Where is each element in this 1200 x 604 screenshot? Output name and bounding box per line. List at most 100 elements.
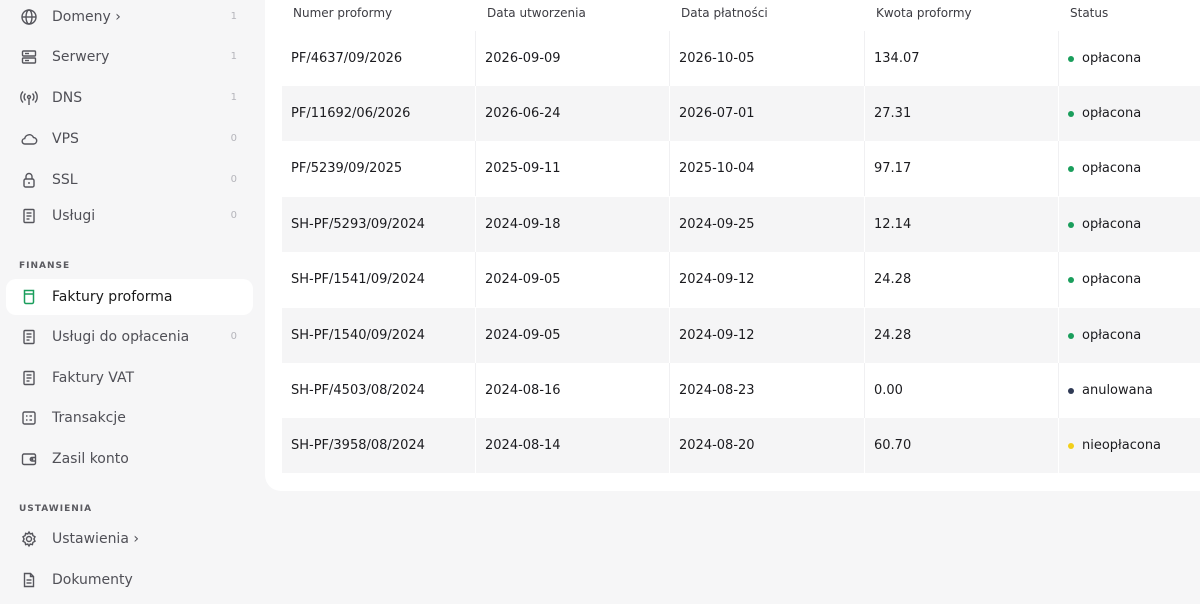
sidebar-item-count: 1: [230, 11, 237, 22]
cell-amount: 24.28: [874, 328, 912, 343]
status-badge: opłacona: [1082, 272, 1142, 287]
cell-status: nieopłacona: [1068, 418, 1161, 473]
status-badge: opłacona: [1082, 51, 1142, 66]
section-title-ustawienia: USTAWIENIA: [19, 504, 93, 514]
column-header-status[interactable]: Status: [1070, 6, 1108, 20]
server-icon: [20, 48, 38, 66]
status-dot-cancelled: [1068, 387, 1074, 394]
sidebar-item-uslugi-do-oplacenia[interactable]: Usługi do opłacenia 0: [6, 319, 253, 355]
cell-amount: 134.07: [874, 51, 920, 66]
sidebar-item-faktury-proforma[interactable]: Faktury proforma: [6, 279, 253, 315]
sidebar-item-label: SSL: [52, 172, 78, 188]
cell-due: 2026-10-05: [679, 51, 755, 66]
status-badge: anulowana: [1082, 383, 1153, 398]
sidebar-item-count: 1: [230, 51, 237, 62]
sidebar-item-label: VPS: [52, 131, 79, 147]
cell-due: 2024-09-12: [679, 328, 755, 343]
document-icon: [20, 207, 38, 225]
cell-created: 2026-06-24: [485, 106, 561, 121]
status-badge: opłacona: [1082, 106, 1142, 121]
proforma-icon: [20, 288, 38, 306]
status-badge: nieopłacona: [1082, 438, 1162, 453]
sidebar-item-count: 0: [230, 210, 237, 221]
section-title-finanse: FINANSE: [19, 261, 71, 271]
status-dot-paid: [1068, 221, 1074, 228]
cell-number: PF/11692/06/2026: [291, 106, 411, 121]
sidebar-item-count: 0: [230, 331, 237, 342]
sidebar-item-label: Serwery: [52, 49, 110, 65]
sidebar-item-serwery[interactable]: Serwery 1: [6, 39, 253, 75]
cell-created: 2024-08-16: [485, 383, 561, 398]
cell-due: 2024-09-12: [679, 272, 755, 287]
cell-number: PF/5239/09/2025: [291, 161, 403, 176]
file-icon: [20, 571, 38, 589]
table-row[interactable]: PF/4637/09/2026 2026-09-09 2026-10-05 13…: [282, 31, 1200, 86]
cell-amount: 24.28: [874, 272, 912, 287]
cell-amount: 0.00: [874, 383, 903, 398]
column-header-created[interactable]: Data utworzenia: [487, 6, 586, 20]
sidebar-item-ssl[interactable]: SSL 0: [6, 162, 253, 198]
cell-status: opłacona: [1068, 308, 1141, 363]
sidebar-item-uslugi[interactable]: Usługi 0: [6, 198, 253, 234]
table-row[interactable]: PF/5239/09/2025 2025-09-11 2025-10-04 97…: [282, 141, 1200, 196]
cell-number: PF/4637/09/2026: [291, 51, 403, 66]
sidebar-item-label: Faktury VAT: [52, 370, 135, 386]
cell-status: opłacona: [1068, 197, 1141, 252]
cell-amount: 12.14: [874, 217, 912, 232]
status-dot-paid: [1068, 165, 1074, 172]
sidebar: Domeny › 1 Serwery 1 DNS 1 VPS 0 SSL 0 U…: [0, 0, 260, 604]
sidebar-item-transakcje[interactable]: Transakcje: [6, 400, 253, 436]
table-row[interactable]: SH-PF/3958/08/2024 2024-08-14 2024-08-20…: [282, 418, 1200, 473]
table-row[interactable]: SH-PF/1541/09/2024 2024-09-05 2024-09-12…: [282, 252, 1200, 307]
cell-amount: 60.70: [874, 438, 912, 453]
column-header-number[interactable]: Numer proformy: [293, 6, 392, 20]
cell-due: 2025-10-04: [679, 161, 755, 176]
sidebar-item-dns[interactable]: DNS 1: [6, 80, 253, 116]
sidebar-item-dokumenty[interactable]: Dokumenty: [6, 562, 253, 598]
status-dot-paid: [1068, 55, 1074, 62]
document-icon: [20, 369, 38, 387]
sidebar-item-label: Usługi: [52, 208, 96, 224]
wallet-icon: [20, 450, 38, 468]
cell-status: opłacona: [1068, 252, 1141, 307]
sidebar-item-faktury-vat[interactable]: Faktury VAT: [6, 360, 253, 396]
cell-number: SH-PF/4503/08/2024: [291, 383, 425, 398]
status-dot-paid: [1068, 332, 1074, 339]
sidebar-item-label: DNS: [52, 90, 83, 106]
status-badge: opłacona: [1082, 328, 1142, 343]
cell-created: 2025-09-11: [485, 161, 561, 176]
table-row[interactable]: SH-PF/4503/08/2024 2024-08-16 2024-08-23…: [282, 363, 1200, 418]
cell-number: SH-PF/5293/09/2024: [291, 217, 425, 232]
sidebar-item-domeny[interactable]: Domeny › 1: [6, 0, 253, 35]
status-dot-paid: [1068, 276, 1074, 283]
table-row[interactable]: SH-PF/1540/09/2024 2024-09-05 2024-09-12…: [282, 308, 1200, 363]
cell-created: 2024-09-05: [485, 328, 561, 343]
cell-due: 2024-09-25: [679, 217, 755, 232]
cell-amount: 97.17: [874, 161, 912, 176]
cell-created: 2024-09-18: [485, 217, 561, 232]
cell-created: 2026-09-09: [485, 51, 561, 66]
lock-icon: [20, 171, 38, 189]
table-row[interactable]: SH-PF/5293/09/2024 2024-09-18 2024-09-25…: [282, 197, 1200, 252]
sidebar-item-zasil-konto[interactable]: Zasil konto: [6, 441, 253, 477]
sidebar-item-ustawienia[interactable]: Ustawienia ›: [6, 521, 253, 557]
cell-status: opłacona: [1068, 86, 1141, 141]
sidebar-item-vps[interactable]: VPS 0: [6, 121, 253, 157]
cloud-icon: [20, 130, 38, 148]
cell-due: 2024-08-20: [679, 438, 755, 453]
cell-due: 2026-07-01: [679, 106, 755, 121]
status-badge: opłacona: [1082, 161, 1142, 176]
sidebar-item-count: 1: [230, 92, 237, 103]
status-dot-unpaid: [1068, 442, 1074, 449]
cell-number: SH-PF/3958/08/2024: [291, 438, 425, 453]
globe-icon: [20, 8, 38, 26]
column-header-due[interactable]: Data płatności: [681, 6, 768, 20]
column-header-amount[interactable]: Kwota proformy: [876, 6, 972, 20]
sidebar-item-label: Transakcje: [52, 410, 126, 426]
sidebar-item-label: Dokumenty: [52, 572, 133, 588]
sidebar-item-label: Domeny ›: [52, 9, 121, 25]
transactions-icon: [20, 409, 38, 427]
cell-created: 2024-08-14: [485, 438, 561, 453]
cell-number: SH-PF/1540/09/2024: [291, 328, 425, 343]
table-row[interactable]: PF/11692/06/2026 2026-06-24 2026-07-01 2…: [282, 86, 1200, 141]
